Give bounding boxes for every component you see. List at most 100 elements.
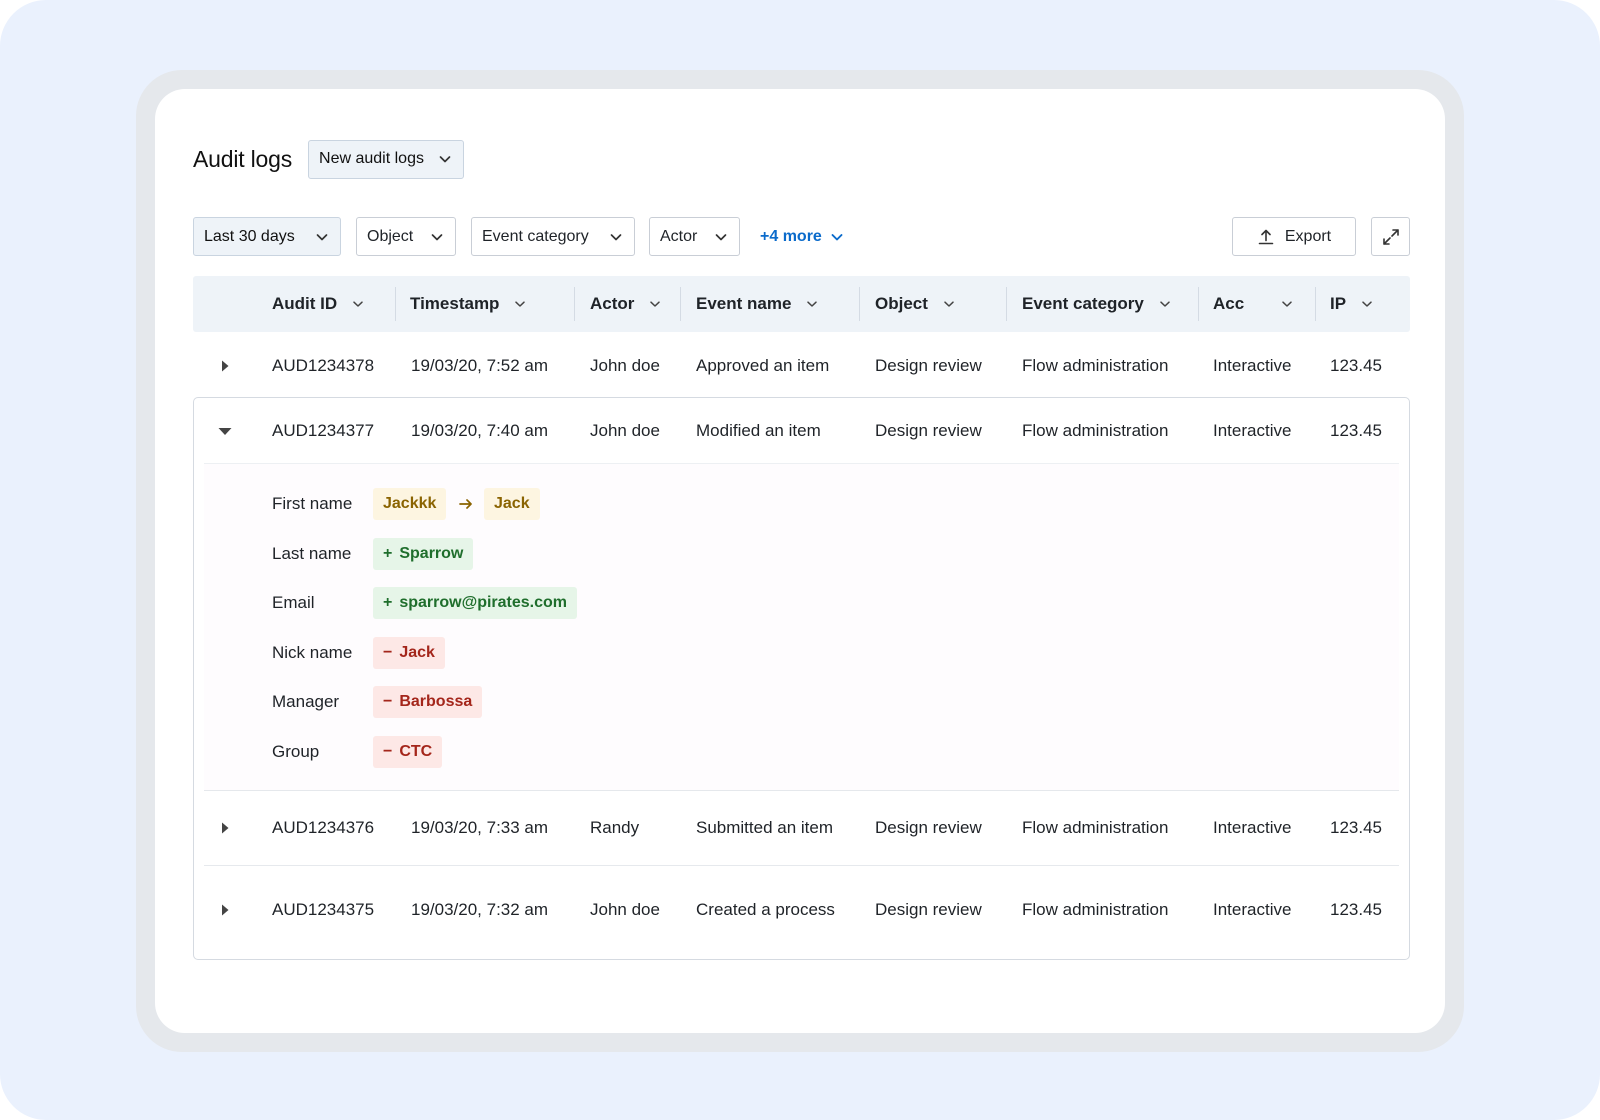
column-header-object[interactable]: Object <box>875 276 956 332</box>
actor-cell: John doe <box>590 900 660 919</box>
chevron-down-icon <box>942 297 956 311</box>
timestamp-cell: 19/03/20, 7:52 am <box>411 356 549 375</box>
caret-right-icon[interactable] <box>215 900 235 920</box>
acc-cell: Interactive <box>1213 818 1292 837</box>
table-row[interactable]: AUD1234378 19/03/20, 7:52 am John doe Ap… <box>193 333 1410 399</box>
filter-object-label: Object <box>367 227 414 245</box>
event-category-cell: Flow administration <box>1022 900 1169 919</box>
column-header-acc[interactable]: Acc <box>1213 276 1294 332</box>
audit-id-cell: AUD1234377 <box>272 421 375 440</box>
column-header-event-category[interactable]: Event category <box>1022 276 1172 332</box>
column-header-event-name[interactable]: Event name <box>696 276 819 332</box>
audit-view-select[interactable]: New audit logs <box>308 139 464 179</box>
more-filters-link[interactable]: +4 more <box>760 217 844 256</box>
upload-icon <box>1257 228 1275 246</box>
added-value-chip: + sparrow@pirates.com <box>373 587 577 619</box>
filter-object[interactable]: Object <box>356 217 456 256</box>
removed-value: CTC <box>399 743 433 760</box>
object-cell: Design review <box>875 818 982 837</box>
column-divider <box>1198 287 1199 321</box>
chevron-down-icon <box>315 230 329 244</box>
chevron-down-icon <box>805 297 819 311</box>
column-header-actor[interactable]: Actor <box>590 276 662 332</box>
added-value: sparrow@pirates.com <box>399 594 567 611</box>
export-label: Export <box>1284 227 1332 245</box>
column-divider <box>1315 287 1316 321</box>
chevron-down-icon <box>1360 297 1374 311</box>
new-value: Jack <box>494 495 530 512</box>
fullscreen-button[interactable] <box>1371 217 1410 256</box>
event-category-cell: Flow administration <box>1022 421 1169 440</box>
removed-value-chip: − Jack <box>373 637 445 669</box>
column-divider <box>1006 287 1007 321</box>
old-value-chip: Jackkk <box>373 488 447 520</box>
timestamp-cell: 19/03/20, 7:33 am <box>411 818 549 837</box>
audit-view-select-label: New audit logs <box>319 150 424 167</box>
column-divider <box>680 287 681 321</box>
chevron-down-icon <box>609 230 623 244</box>
minus-icon: − <box>383 743 393 760</box>
event-category-cell: Flow administration <box>1022 356 1169 375</box>
page-title: Audit logs <box>193 145 293 172</box>
audit-id-cell: AUD1234375 <box>272 900 375 919</box>
column-header-timestamp[interactable]: Timestamp <box>410 276 527 332</box>
table-row-expanded[interactable]: AUD1234377 19/03/20, 7:40 am John doe Mo… <box>193 398 1410 464</box>
filter-actor-label: Actor <box>660 227 698 245</box>
detail-label-email: Email <box>272 593 315 612</box>
filter-actor[interactable]: Actor <box>649 217 740 256</box>
caret-down-icon[interactable] <box>215 421 235 441</box>
column-divider <box>859 287 860 321</box>
plus-icon: + <box>383 594 393 611</box>
chevron-down-icon <box>351 297 365 311</box>
column-header-label: Actor <box>590 294 635 313</box>
filter-date-range[interactable]: Last 30 days <box>193 217 341 256</box>
column-header-label: Object <box>875 294 928 313</box>
minus-icon: − <box>383 693 393 710</box>
new-value-chip: Jack <box>484 488 540 520</box>
chevron-down-icon <box>1158 297 1172 311</box>
actor-cell: Randy <box>590 818 640 837</box>
column-header-label: IP <box>1330 294 1347 313</box>
table-row[interactable]: AUD1234375 19/03/20, 7:32 am John doe Cr… <box>193 866 1410 954</box>
arrow-right-icon <box>457 488 475 520</box>
caret-right-icon[interactable] <box>215 356 235 376</box>
filter-date-range-label: Last 30 days <box>204 227 295 245</box>
added-value-chip: + Sparrow <box>373 538 474 570</box>
column-divider <box>395 287 396 321</box>
ip-cell: 123.45 <box>1330 356 1382 375</box>
ip-cell: 123.45 <box>1330 900 1382 919</box>
more-filters-label: +4 more <box>760 227 822 245</box>
chevron-down-icon <box>1280 297 1294 311</box>
filter-event-category[interactable]: Event category <box>471 217 635 256</box>
timestamp-cell: 19/03/20, 7:40 am <box>411 421 549 440</box>
audit-id-cell: AUD1234378 <box>272 356 375 375</box>
old-value: Jackkk <box>383 495 437 512</box>
actor-cell: John doe <box>590 421 660 440</box>
event-category-cell: Flow administration <box>1022 818 1169 837</box>
timestamp-cell: 19/03/20, 7:32 am <box>411 900 549 919</box>
object-cell: Design review <box>875 356 982 375</box>
column-header-ip[interactable]: IP <box>1330 276 1374 332</box>
column-header-audit-id[interactable]: Audit ID <box>272 276 365 332</box>
detail-label-first-name: First name <box>272 494 353 513</box>
removed-value: Barbossa <box>399 693 473 710</box>
column-divider <box>574 287 575 321</box>
event-name-cell: Submitted an item <box>696 818 834 837</box>
ip-cell: 123.45 <box>1330 421 1382 440</box>
detail-label-last-name: Last name <box>272 544 352 563</box>
table-header: Audit ID Timestamp Actor Event name Obje… <box>193 276 1410 332</box>
detail-label-manager: Manager <box>272 692 340 711</box>
removed-value: Jack <box>399 644 435 661</box>
export-button[interactable]: Export <box>1232 217 1356 256</box>
caret-right-icon[interactable] <box>215 818 235 838</box>
table-row[interactable]: AUD1234376 19/03/20, 7:33 am Randy Submi… <box>193 791 1410 865</box>
event-name-cell: Modified an item <box>696 421 821 440</box>
chevron-down-icon <box>513 297 527 311</box>
chevron-down-icon <box>438 152 452 166</box>
chevron-down-icon <box>430 230 444 244</box>
actor-cell: John doe <box>590 356 660 375</box>
acc-cell: Interactive <box>1213 900 1292 919</box>
added-value: Sparrow <box>399 545 464 562</box>
acc-cell: Interactive <box>1213 421 1292 440</box>
column-header-label: Event category <box>1022 294 1144 313</box>
